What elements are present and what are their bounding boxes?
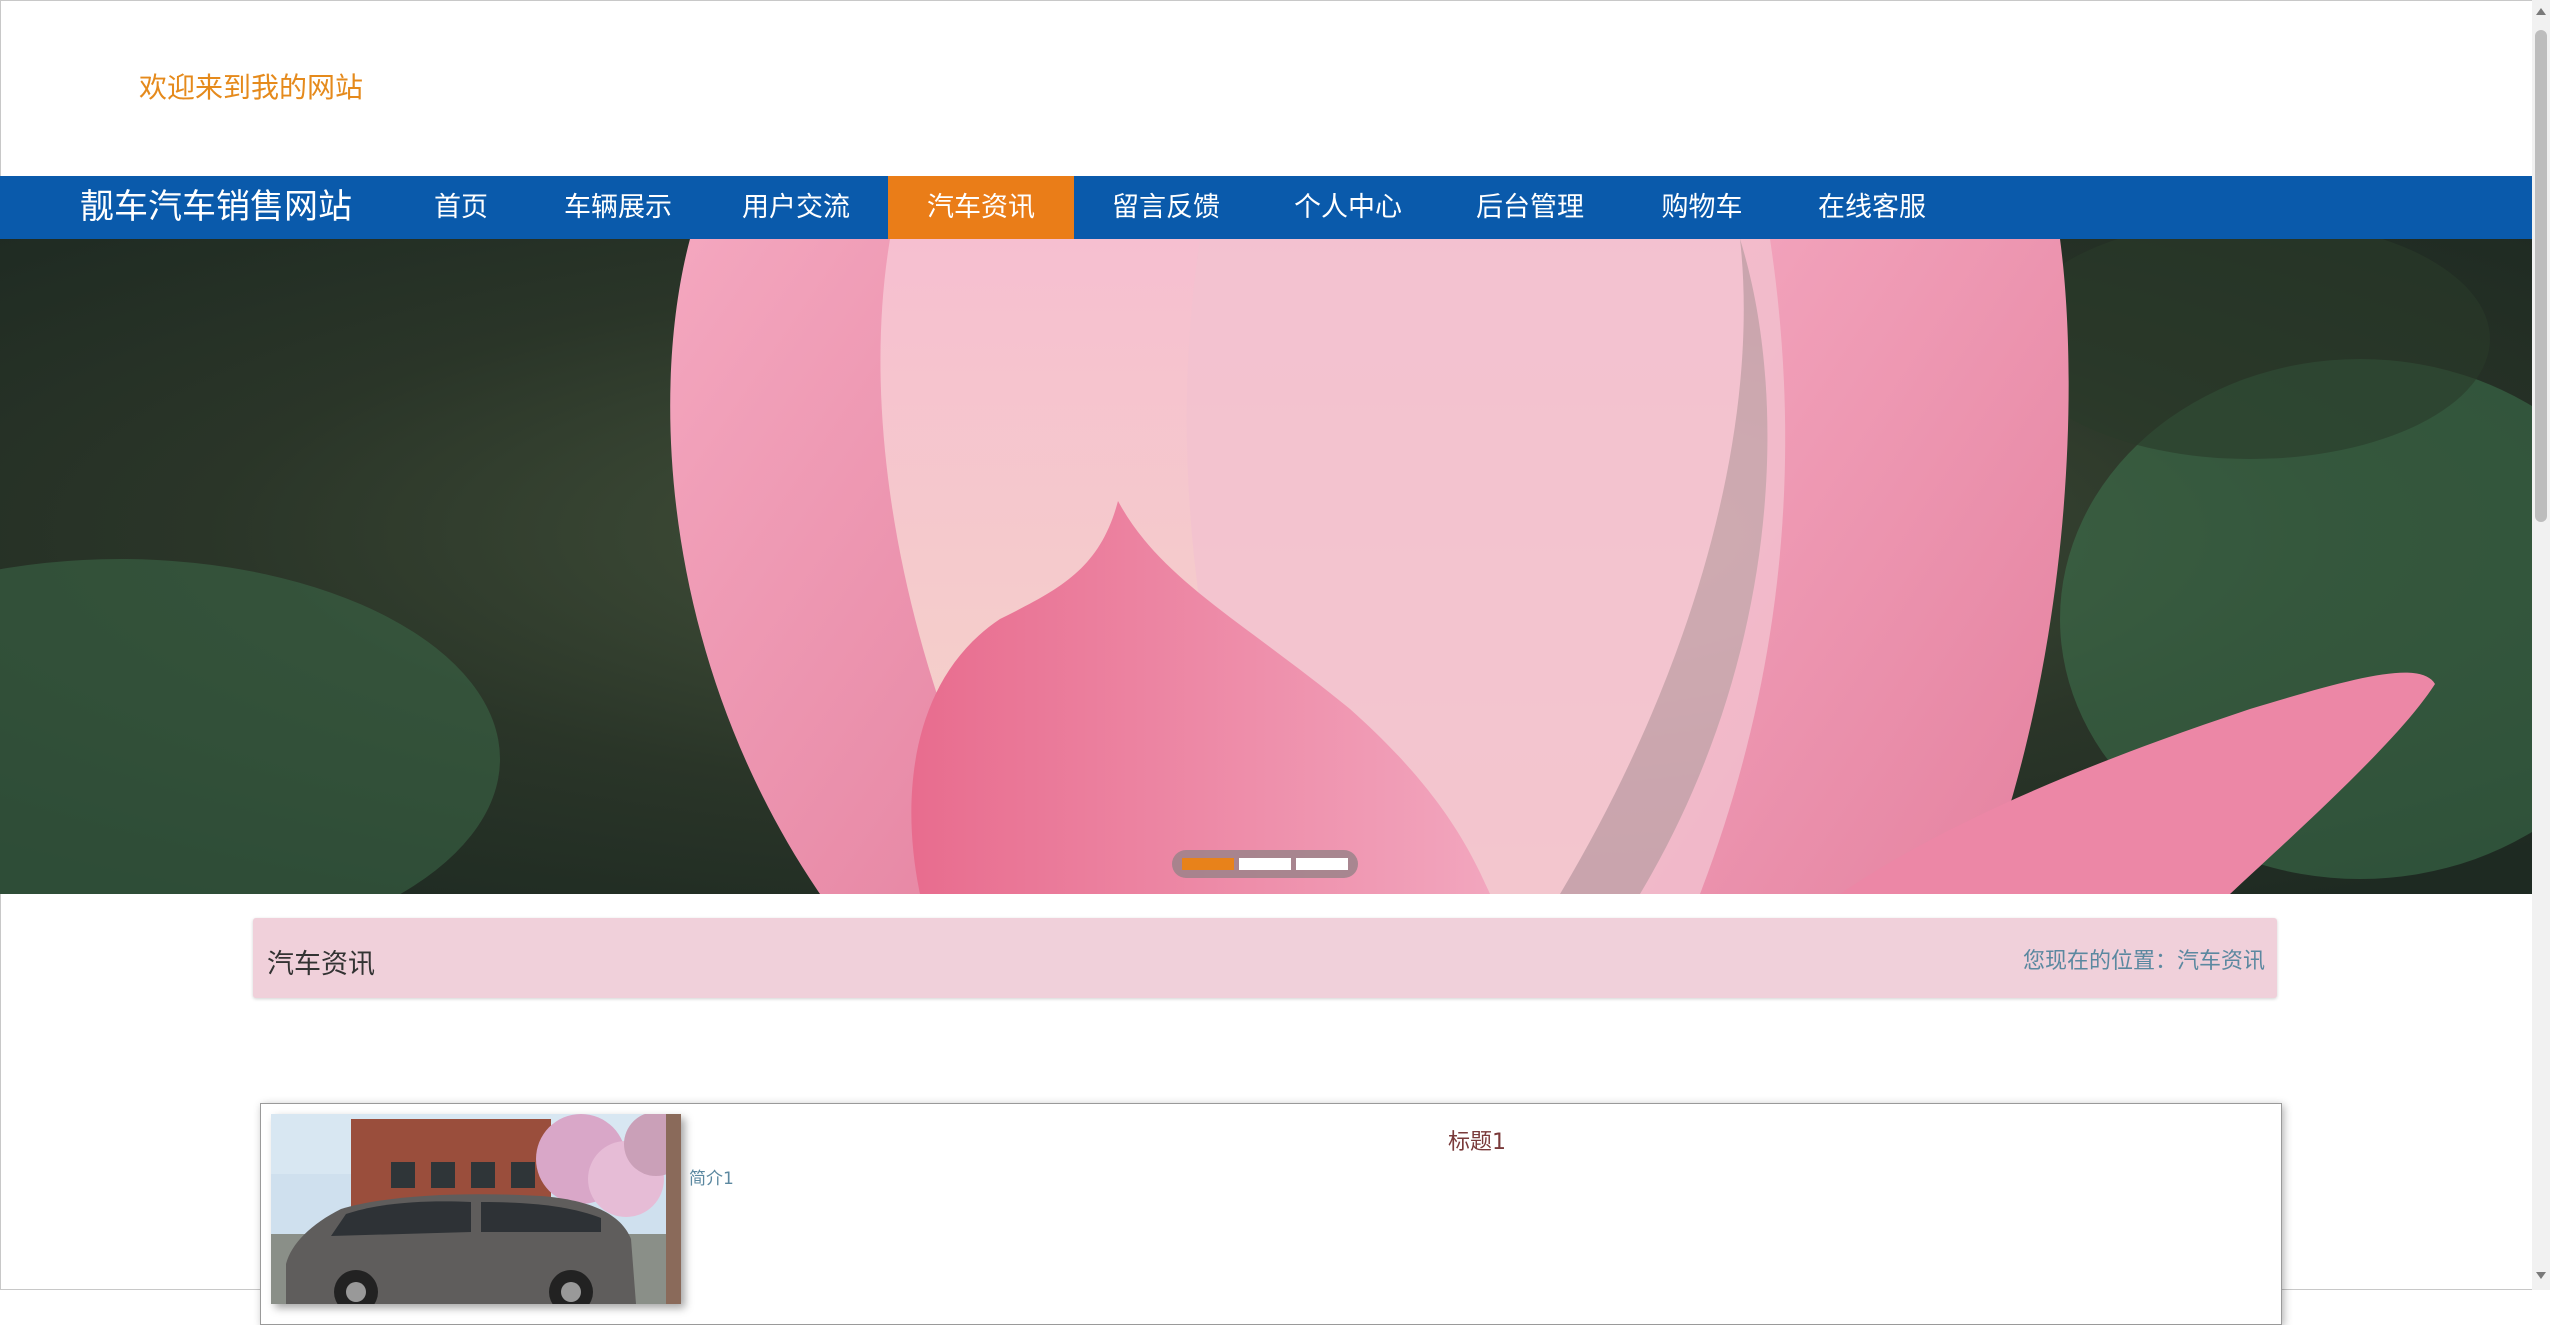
- carousel-dot-3[interactable]: [1296, 858, 1348, 870]
- breadcrumb-location[interactable]: 您现在的位置：汽车资讯: [2023, 943, 2265, 975]
- breadcrumb-bar: 汽车资讯 您现在的位置：汽车资讯: [253, 918, 2277, 998]
- carousel-dot-2[interactable]: [1239, 858, 1291, 870]
- carousel-dot-1[interactable]: [1182, 858, 1234, 870]
- section-title: 汽车资讯: [267, 949, 375, 980]
- nav-item-community[interactable]: 用户交流: [716, 176, 876, 239]
- nav-item-vehicles[interactable]: 车辆展示: [538, 176, 698, 239]
- minivan-image: [271, 1114, 681, 1304]
- article-summary: 简介1: [689, 1169, 734, 1189]
- welcome-text: 欢迎来到我的网站: [139, 71, 364, 104]
- banner-carousel[interactable]: [0, 239, 2532, 894]
- vertical-scrollbar[interactable]: [2532, 0, 2550, 1290]
- scrollbar-thumb[interactable]: [2535, 30, 2547, 522]
- main-nav: 靓车汽车销售网站 首页 车辆展示 用户交流 汽车资讯 留言反馈 个人中心 后台管…: [0, 176, 2532, 239]
- carousel-indicators: [1172, 850, 1358, 878]
- scroll-down-arrow-icon[interactable]: [2536, 1272, 2546, 1279]
- nav-item-admin[interactable]: 后台管理: [1450, 176, 1610, 239]
- article-thumbnail[interactable]: [271, 1114, 681, 1304]
- site-title[interactable]: 靓车汽车销售网站: [80, 176, 352, 239]
- nav-item-cart[interactable]: 购物车: [1622, 176, 1782, 239]
- article-title[interactable]: 标题1: [1448, 1124, 1506, 1156]
- nav-item-feedback[interactable]: 留言反馈: [1086, 176, 1246, 239]
- lotus-banner-image: [0, 239, 2532, 894]
- nav-item-support[interactable]: 在线客服: [1792, 176, 1952, 239]
- nav-item-news[interactable]: 汽车资讯: [888, 176, 1074, 239]
- article-card[interactable]: 标题1 简介1: [260, 1103, 2282, 1325]
- nav-item-profile[interactable]: 个人中心: [1268, 176, 1428, 239]
- scroll-up-arrow-icon[interactable]: [2536, 8, 2546, 15]
- nav-item-home[interactable]: 首页: [400, 176, 522, 239]
